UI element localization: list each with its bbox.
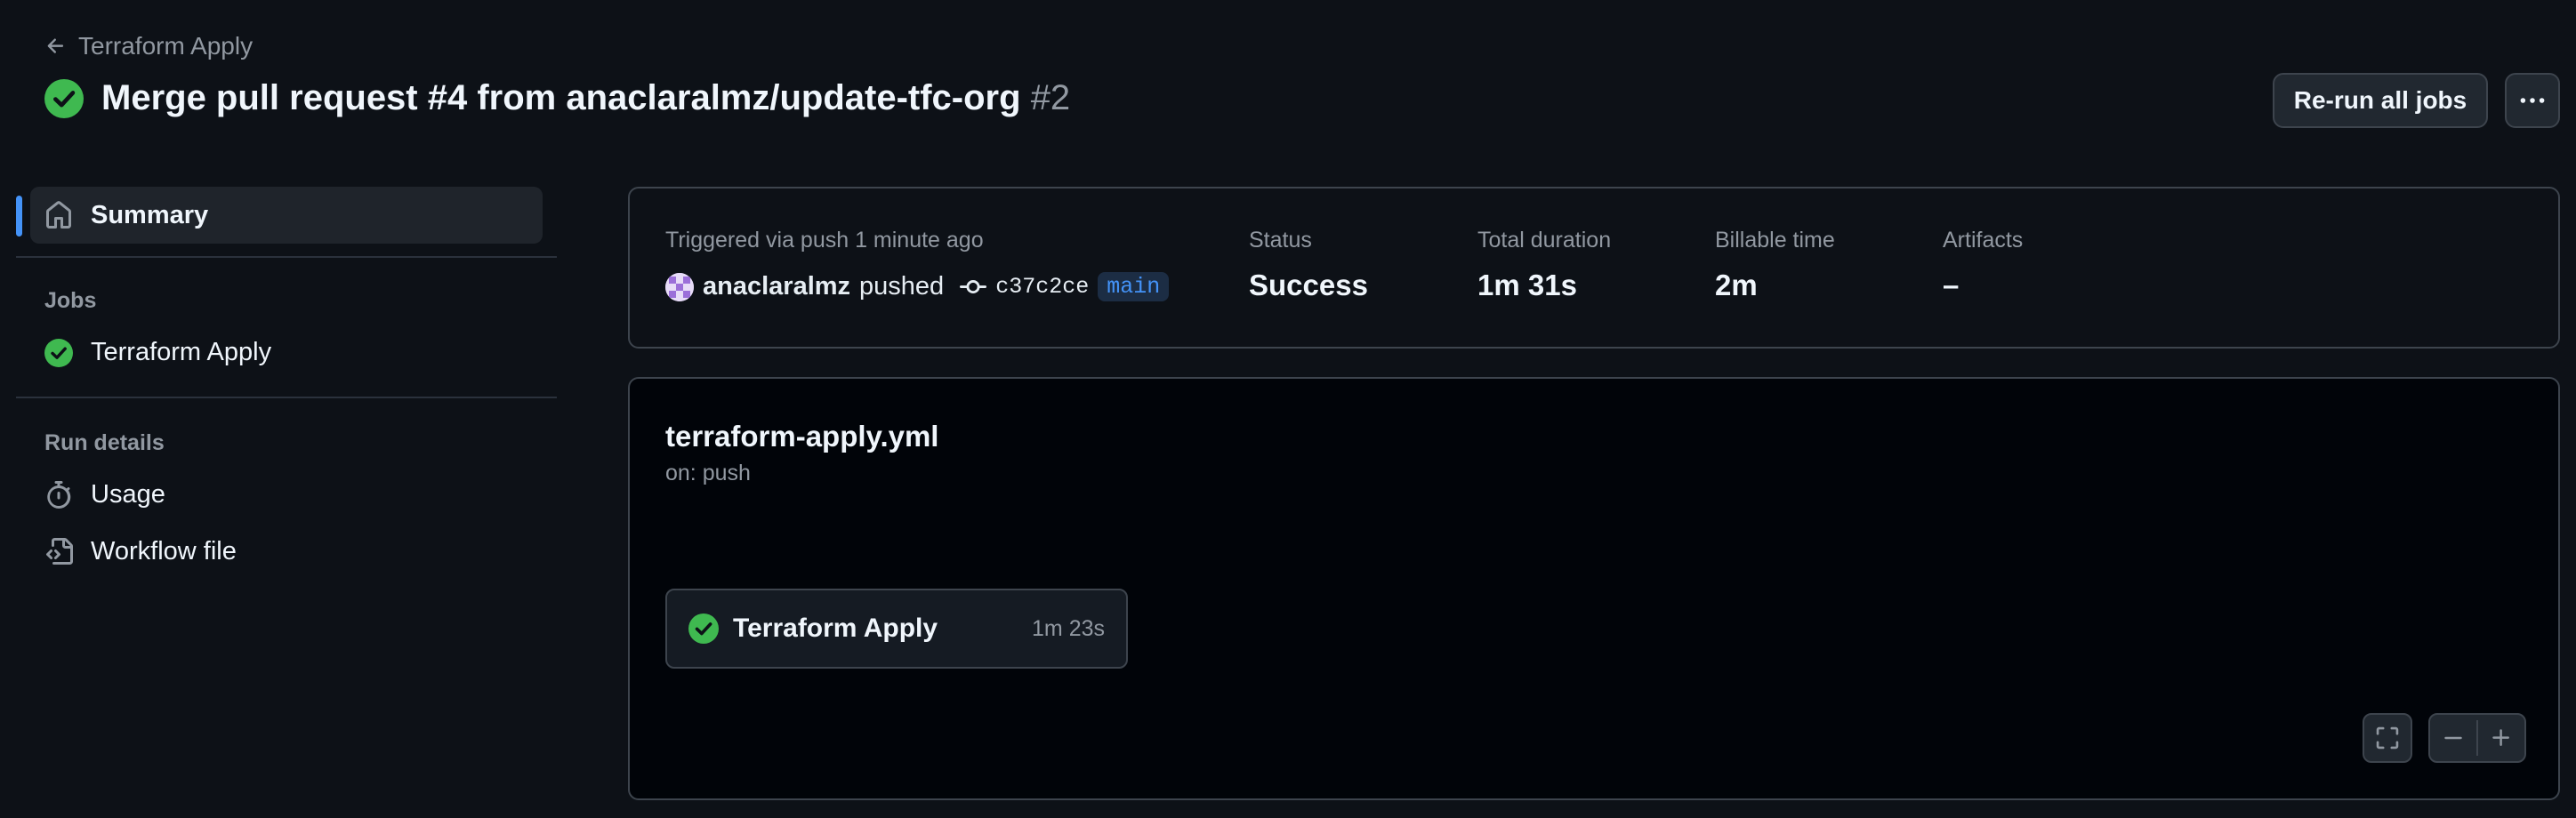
sidebar-divider: [16, 397, 557, 398]
total-duration-value: 1m 31s: [1477, 269, 1577, 301]
arrow-left-icon: [47, 38, 64, 53]
kebab-horizontal-icon: [2520, 98, 2545, 103]
zoom-out-button[interactable]: [2430, 715, 2476, 761]
actor-link[interactable]: anaclaralmz: [703, 272, 850, 301]
screen-full-icon: [2376, 726, 2399, 750]
workflow-trigger: on: push: [665, 461, 751, 485]
artifacts-label: Artifacts: [1943, 228, 2024, 253]
page-title: Merge pull request #4 from anaclaralmz/u…: [101, 78, 1070, 118]
sidebar-divider: [16, 256, 557, 258]
trigger-text: Triggered via push 1 minute ago: [665, 228, 984, 253]
job-node[interactable]: Terraform Apply 1m 23s: [665, 589, 1128, 669]
job-node-name: Terraform Apply: [733, 614, 938, 643]
status-label: Status: [1249, 228, 1312, 253]
sidebar-run-details-heading: Run details: [44, 430, 165, 455]
sidebar-item-usage-label: Usage: [91, 480, 165, 509]
check-circle-fill-icon: [688, 614, 719, 644]
action-text: pushed: [859, 272, 945, 301]
commit-sha-link[interactable]: c37c2ce: [995, 274, 1089, 300]
sidebar-item-summary-label: Summary: [91, 200, 209, 229]
fullscreen-button[interactable]: [2363, 713, 2412, 763]
minus-icon: [2444, 736, 2462, 740]
workflow-file-name: terraform-apply.yml: [665, 420, 939, 453]
check-circle-fill-icon: [44, 78, 84, 118]
sidebar-item-summary[interactable]: Summary: [30, 187, 543, 244]
plus-icon: [2492, 729, 2509, 746]
billable-time-value[interactable]: 2m: [1715, 269, 1758, 302]
identicon-icon: [665, 272, 694, 301]
zoom-in-button[interactable]: [2478, 715, 2524, 761]
sidebar-active-indicator: [16, 196, 22, 237]
sidebar-item-job-label: Terraform Apply: [91, 338, 272, 366]
artifacts-value: –: [1943, 269, 1960, 301]
zoom-controls: [2428, 713, 2526, 763]
git-commit-icon: [960, 279, 987, 293]
sidebar-jobs-heading: Jobs: [44, 288, 97, 313]
check-circle-fill-icon: [44, 338, 73, 367]
branch-badge[interactable]: main: [1098, 272, 1170, 301]
back-link-label: Terraform Apply: [78, 32, 254, 60]
run-number: #2: [1030, 78, 1071, 117]
avatar[interactable]: [665, 272, 694, 301]
run-title: Merge pull request #4 from anaclaralmz/u…: [101, 78, 1021, 117]
page-title-row: Merge pull request #4 from anaclaralmz/u…: [44, 78, 1070, 118]
sidebar-item-workflow-file[interactable]: Workflow file: [44, 537, 237, 566]
file-code-icon: [46, 537, 73, 565]
sidebar-item-job[interactable]: Terraform Apply: [44, 338, 271, 367]
billable-time-label: Billable time: [1715, 228, 1835, 253]
stopwatch-icon: [47, 480, 71, 509]
status-value: Success: [1249, 269, 1368, 301]
job-node-duration: 1m 23s: [1032, 615, 1105, 641]
sidebar-item-workflow-file-label: Workflow file: [91, 537, 237, 565]
total-duration-label: Total duration: [1477, 228, 1612, 253]
run-summary-card: [628, 187, 2560, 349]
trigger-details: anaclaralmz pushed c37c2ce main: [665, 272, 1170, 301]
rerun-all-jobs-button[interactable]: Re-run all jobs: [2273, 73, 2488, 128]
home-icon: [46, 201, 71, 229]
sidebar-item-usage[interactable]: Usage: [44, 480, 165, 509]
back-link[interactable]: Terraform Apply: [44, 32, 253, 60]
more-options-button[interactable]: [2505, 73, 2560, 128]
